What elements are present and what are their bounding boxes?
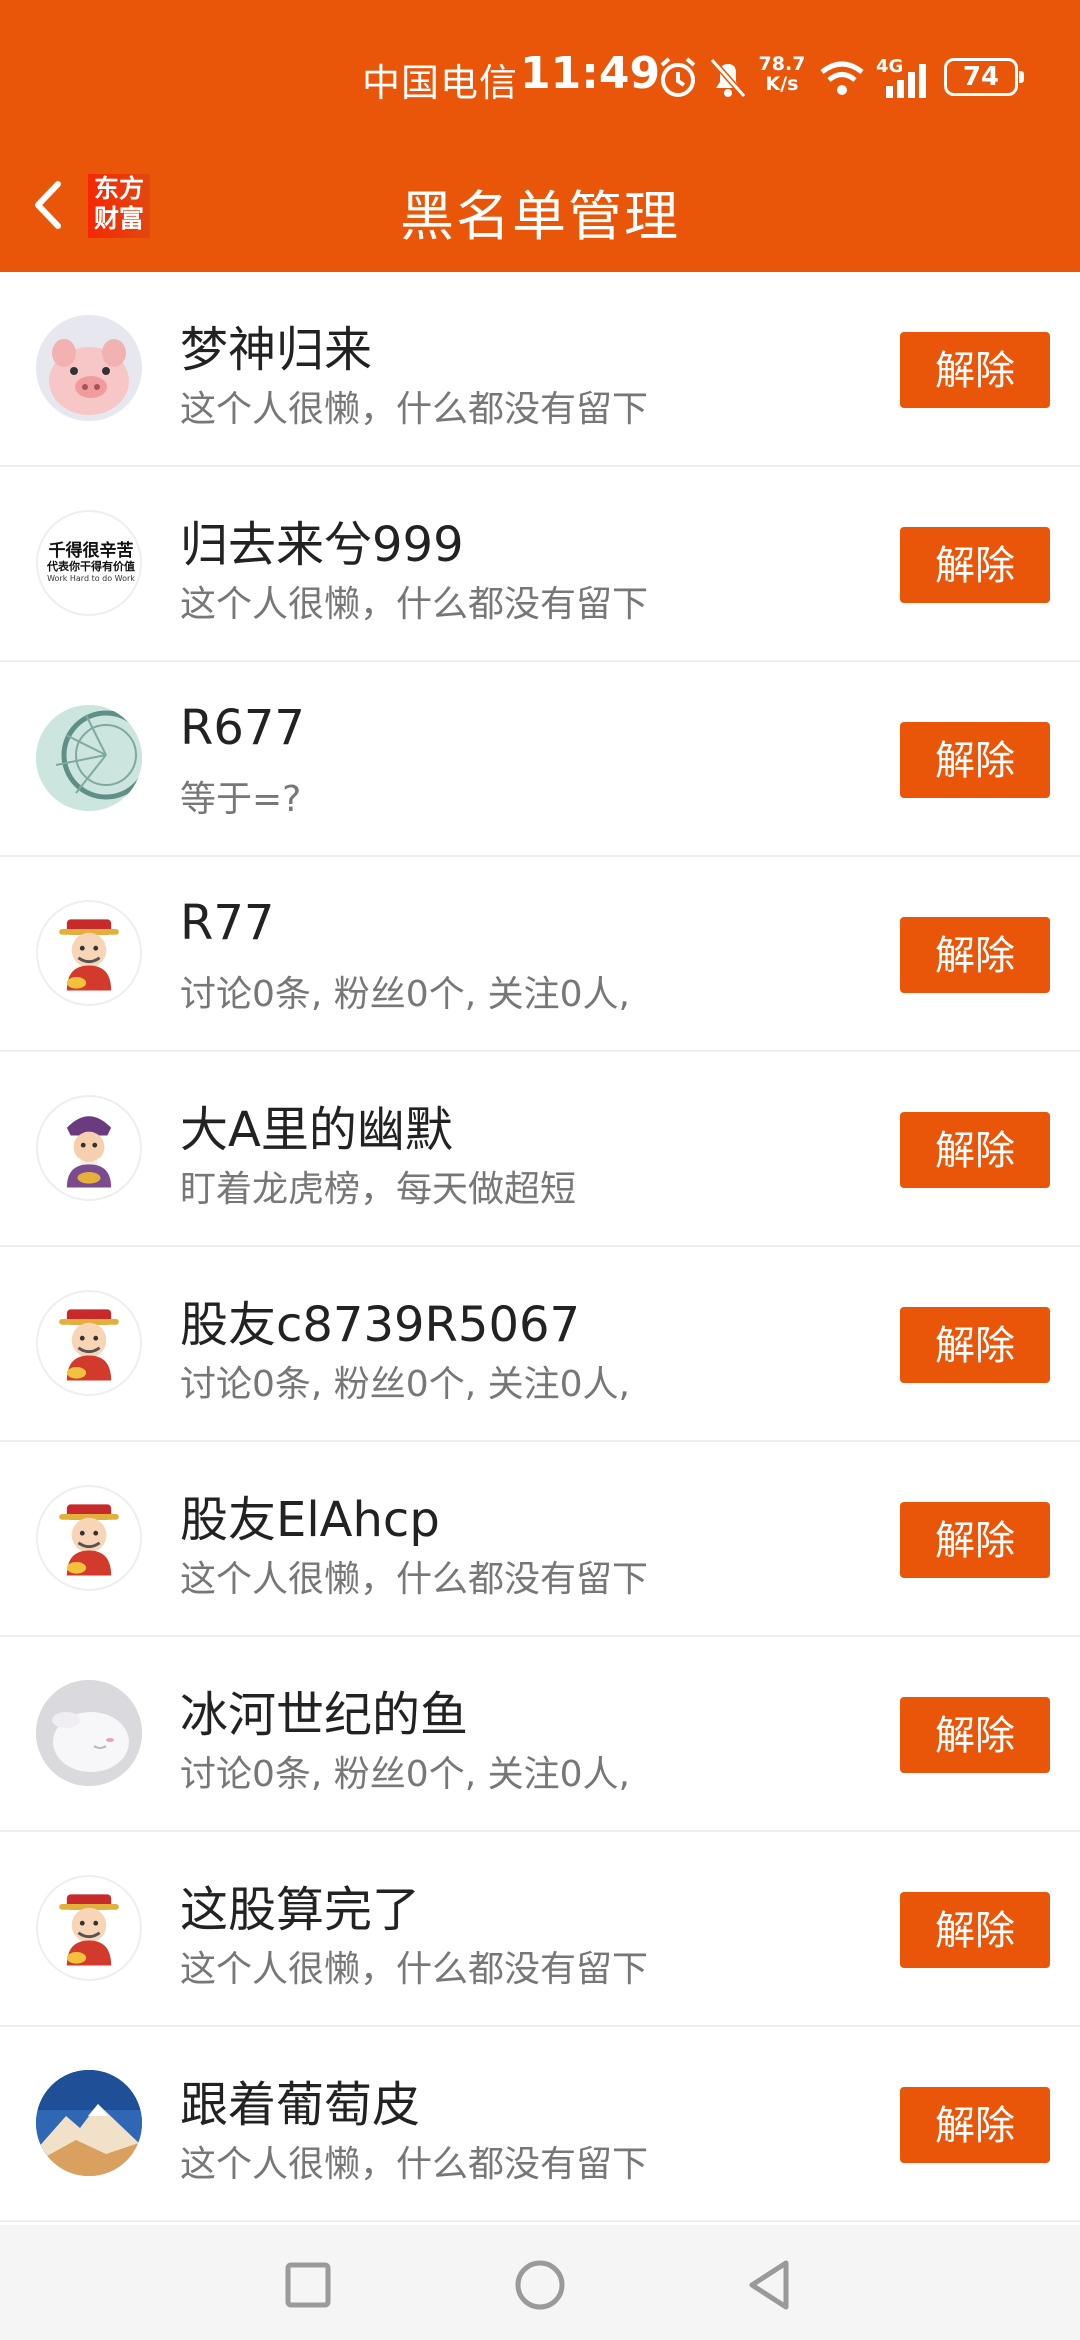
user-description: 盯着龙虎榜，每天做超短 — [180, 1169, 577, 1210]
user-name[interactable]: 梦神归来 — [180, 310, 372, 380]
recents-square-icon[interactable] — [280, 2257, 336, 2313]
unblock-button[interactable]: 解除 — [900, 1112, 1050, 1188]
status-bar: 中国电信 11:49 78.7 K/s 4G 74 — [0, 40, 1080, 120]
unblock-button[interactable]: 解除 — [900, 917, 1050, 993]
unblock-button[interactable]: 解除 — [900, 1697, 1050, 1773]
unblock-button[interactable]: 解除 — [900, 1502, 1050, 1578]
back-triangle-icon[interactable] — [742, 2257, 798, 2313]
carrier-label: 中国电信 — [362, 61, 519, 105]
list-item: 冰河世纪的鱼 讨论0条, 粉丝0个, 关注0人, 解除 — [0, 1637, 1080, 1832]
system-navigation-bar — [0, 2225, 1080, 2340]
list-item: 股友c8739R5067 讨论0条, 粉丝0个, 关注0人, 解除 — [0, 1247, 1080, 1442]
list-item: R677 等于=? 解除 — [0, 662, 1080, 857]
ferris-wheel-avatar[interactable] — [36, 705, 142, 811]
avatar-text-line2: 代表你干得有价值 — [47, 560, 135, 573]
user-description: 讨论0条, 粉丝0个, 关注0人, — [180, 1364, 630, 1405]
battery-indicator: 74 — [944, 58, 1024, 96]
unblock-button[interactable]: 解除 — [900, 722, 1050, 798]
user-name[interactable]: 这股算完了 — [180, 1870, 420, 1940]
user-description: 等于=? — [180, 779, 302, 820]
user-description: 讨论0条, 粉丝0个, 关注0人, — [180, 974, 630, 1015]
list-item: 跟着葡萄皮 这个人很懒，什么都没有留下 解除 — [0, 2027, 1080, 2222]
network-speed: 78.7 K/s — [752, 54, 812, 94]
list-item: 千得很辛苦 代表你干得有价值 Work Hard to do Work 归去来兮… — [0, 467, 1080, 662]
fortune-god-avatar[interactable] — [36, 900, 142, 1006]
user-name[interactable]: 大A里的幽默 — [180, 1090, 453, 1160]
user-description: 这个人很懒，什么都没有留下 — [180, 389, 649, 430]
mute-bell-icon — [708, 56, 748, 104]
pig-avatar[interactable] — [36, 315, 142, 421]
list-item: 这股算完了 这个人很懒，什么都没有留下 解除 — [0, 1832, 1080, 2027]
list-item: 大A里的幽默 盯着龙虎榜，每天做超短 解除 — [0, 1052, 1080, 1247]
fortune-god-avatar[interactable] — [36, 1290, 142, 1396]
user-description: 这个人很懒，什么都没有留下 — [180, 1559, 649, 1600]
user-name[interactable]: R677 — [180, 700, 305, 756]
unblock-button[interactable]: 解除 — [900, 332, 1050, 408]
speed-unit: K/s — [765, 73, 799, 95]
user-name[interactable]: 冰河世纪的鱼 — [180, 1675, 468, 1745]
user-description: 讨论0条, 粉丝0个, 关注0人, — [180, 1754, 630, 1795]
user-name[interactable]: 跟着葡萄皮 — [180, 2065, 420, 2135]
avatar-text-line3: Work Hard to do Work — [47, 574, 135, 583]
page-title: 黑名单管理 — [400, 185, 680, 248]
unblock-button[interactable]: 解除 — [900, 1892, 1050, 1968]
signal-icon — [878, 62, 934, 102]
user-name[interactable]: 股友ElAhcp — [180, 1480, 440, 1550]
alarm-icon — [658, 56, 698, 104]
list-item: R77 讨论0条, 粉丝0个, 关注0人, 解除 — [0, 857, 1080, 1052]
fortune-god-avatar[interactable] — [36, 1485, 142, 1591]
mountain-avatar[interactable] — [36, 2070, 142, 2176]
user-name[interactable]: 归去来兮999 — [180, 505, 464, 575]
list-item: 梦神归来 这个人很懒，什么都没有留下 解除 — [0, 272, 1080, 467]
text-avatar[interactable]: 千得很辛苦 代表你干得有价值 Work Hard to do Work — [36, 510, 142, 616]
cartoon-avatar[interactable] — [36, 1095, 142, 1201]
user-description: 这个人很懒，什么都没有留下 — [180, 2144, 649, 2185]
clock: 11:49 — [520, 48, 661, 99]
list-item: 股友ElAhcp 这个人很懒，什么都没有留下 解除 — [0, 1442, 1080, 1637]
speed-value: 78.7 — [758, 53, 806, 75]
navigation-bar: 东方 财富 黑名单管理 — [0, 150, 1080, 262]
user-name[interactable]: 股友c8739R5067 — [180, 1285, 580, 1355]
unblock-button[interactable]: 解除 — [900, 2087, 1050, 2163]
unblock-button[interactable]: 解除 — [900, 1307, 1050, 1383]
user-description: 这个人很懒，什么都没有留下 — [180, 1949, 649, 1990]
unblock-button[interactable]: 解除 — [900, 527, 1050, 603]
blocklist: 梦神归来 这个人很懒，什么都没有留下 解除 千得很辛苦 代表你干得有价值 Wor… — [0, 272, 1080, 2222]
user-name[interactable]: R77 — [180, 895, 274, 951]
fortune-god-avatar[interactable] — [36, 1875, 142, 1981]
bunny-avatar[interactable] — [36, 1680, 142, 1786]
wifi-icon — [818, 58, 866, 102]
home-circle-icon[interactable] — [512, 2257, 568, 2313]
user-description: 这个人很懒，什么都没有留下 — [180, 584, 649, 625]
top-app-bar: 中国电信 11:49 78.7 K/s 4G 74 东方 财富 黑名单管理 — [0, 0, 1080, 272]
